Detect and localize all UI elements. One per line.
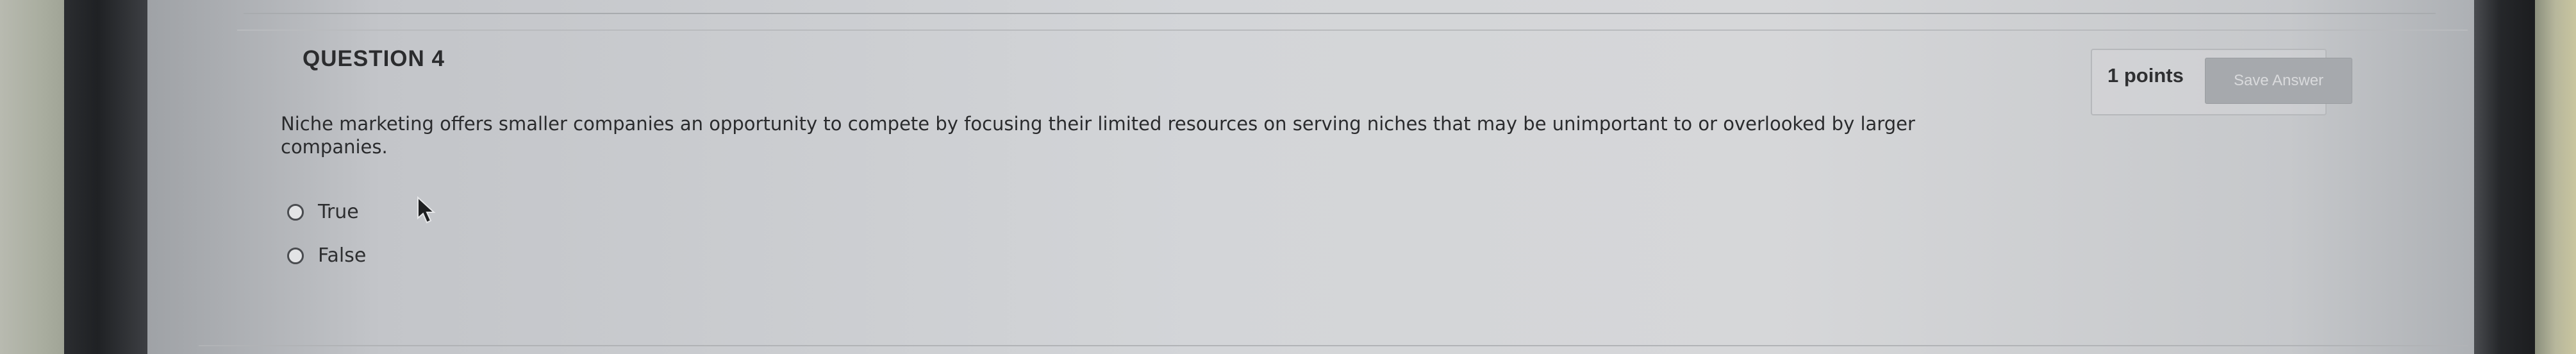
radio-true[interactable] [287,203,304,221]
answer-option-false[interactable]: False [287,244,366,267]
radio-false[interactable] [287,247,304,264]
save-answer-button[interactable]: Save Answer [2205,58,2352,104]
background-wall-right [2535,0,2576,354]
mouse-cursor-icon [417,196,436,224]
points-label: 1 points [2107,64,2184,87]
answer-option-true[interactable]: True [287,201,359,223]
question-title: QUESTION 4 [303,46,445,71]
answer-label-false: False [318,244,367,267]
divider-bottom [199,345,2468,346]
background-wall-left [0,0,71,354]
monitor-bezel-left [64,0,147,354]
answer-label-true: True [318,201,359,223]
monitor-bezel-right [2474,0,2538,354]
screen: QUESTION 4 1 points Save Answer Niche ma… [147,0,2474,354]
question-text: Niche marketing offers smaller companies… [281,113,1915,158]
divider-top [244,13,2436,14]
